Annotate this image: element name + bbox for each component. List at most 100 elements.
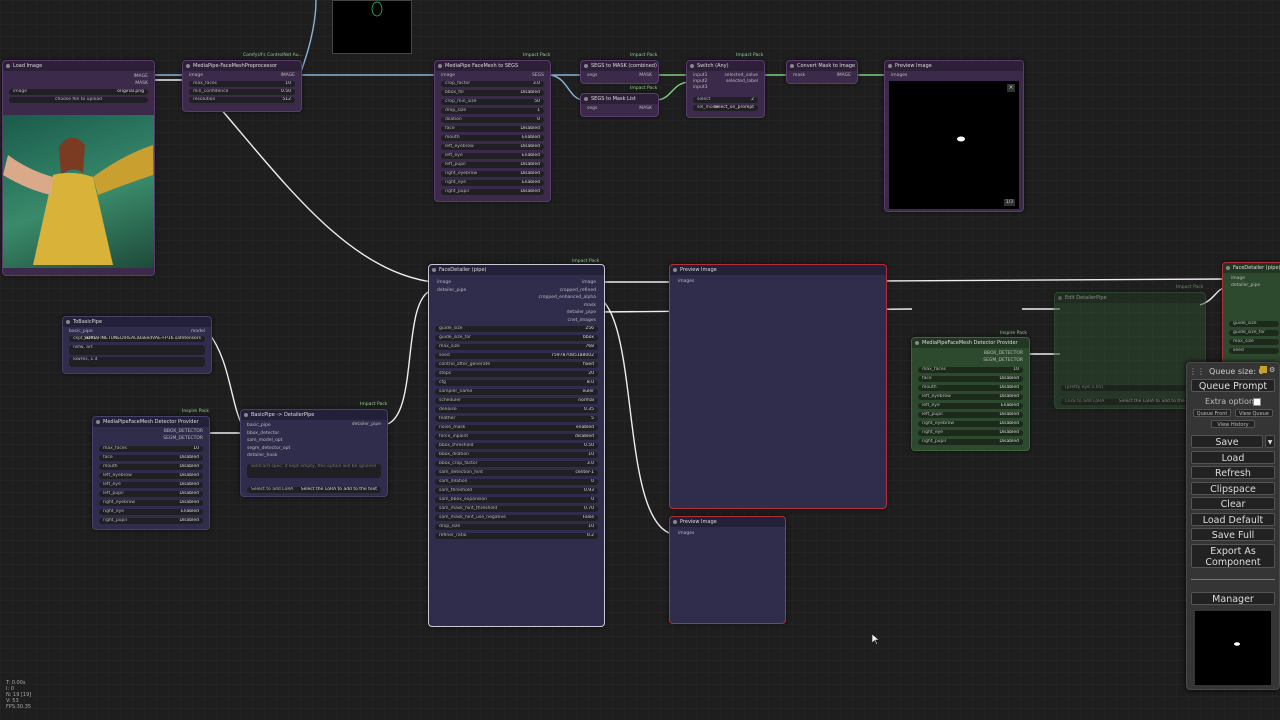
node-switch-any[interactable]: Switch (Any) input1 input2 input3 select… (686, 60, 765, 118)
input-image[interactable]: image (189, 73, 203, 79)
widget-dilation[interactable]: dilation 0 (441, 117, 544, 123)
settings-icon[interactable] (1260, 366, 1267, 373)
widget-sam-dilation[interactable]: sam_dilation 0 (435, 479, 598, 485)
widget-right-pupil[interactable]: right_pupil Disabled (918, 439, 1023, 445)
output-bbox-detector[interactable]: BBOX_DETECTOR (984, 351, 1023, 357)
input-sam-model-opt[interactable]: sam_model_opt (247, 438, 282, 444)
output-cropped-refined[interactable]: cropped_refined (560, 288, 596, 294)
node-segs-to-mask-list[interactable]: SEGS to Mask List segs MASK (580, 93, 659, 117)
output-image[interactable]: IMAGE (836, 73, 851, 79)
widget-resolution[interactable]: resolution 512 (189, 97, 295, 103)
export-component-button[interactable]: Export As Component (1191, 544, 1275, 568)
widget-sam-mask-hint-use-negative[interactable]: sam_mask_hint_use_negative False (435, 515, 598, 521)
widget-sel-mode[interactable]: sel_mode select_on_prompt (693, 105, 758, 111)
widget-steps[interactable]: steps 20 (435, 371, 598, 377)
widget-sam-mask-hint-threshold[interactable]: sam_mask_hint_threshold 0.70 (435, 506, 598, 512)
queue-prompt-button[interactable]: Queue Prompt (1191, 379, 1275, 392)
widget-sam-threshold[interactable]: sam_threshold 0.93 (435, 488, 598, 494)
load-default-button[interactable]: Load Default (1191, 513, 1275, 526)
widget-select[interactable]: select 2 (693, 97, 758, 103)
positive-prompt[interactable]: nsfw, art (69, 345, 205, 355)
node-detector-provider-left[interactable]: MediaPipeFaceMesh Detector Provider BBOX… (92, 416, 210, 530)
node-load-image[interactable]: Load Image IMAGE MASK image original.png … (2, 60, 155, 276)
widget-left-eyebrow[interactable]: left_eyebrow Disabled (99, 473, 203, 479)
widget-left-eyebrow[interactable]: left_eyebrow Disabled (441, 144, 544, 150)
widget-scheduler[interactable]: scheduler normal (435, 398, 598, 404)
widget-sampler-name[interactable]: sampler_name euler (435, 389, 598, 395)
refresh-button[interactable]: Refresh (1191, 466, 1275, 479)
node-basicpipe-to-detailerpipe[interactable]: BasicPipe -> DetailerPipe basic_pipe bbox… (240, 409, 388, 497)
input-detailer-pipe[interactable]: detailer_pipe (437, 288, 466, 294)
widget-bbox-threshold[interactable]: bbox_threshold 0.50 (435, 443, 598, 449)
widget-right-eyebrow[interactable]: right_eyebrow Disabled (918, 421, 1023, 427)
node-preview-image-mid[interactable]: Preview Image images (669, 264, 887, 509)
ckpt-select[interactable]: ckpt_name SDXL\FINETUNED\REAL\BakedVAE-FP… (69, 336, 205, 342)
widget-seed[interactable]: seed 759787085188002 (435, 353, 598, 359)
widget-sam-bbox-expansion[interactable]: sam_bbox_expansion 0 (435, 497, 598, 503)
node-to-basic-pipe[interactable]: ToBasicPipe basic_pipe model ckpt_name SD… (62, 316, 212, 374)
widget-right-eyebrow[interactable]: right_eyebrow Disabled (441, 171, 544, 177)
widget-control-after-generate[interactable]: control_after_generate fixed (435, 362, 598, 368)
widget-mouth[interactable]: mouth Disabled (918, 385, 1023, 391)
widget-right-pupil[interactable]: right_pupil Disabled (99, 518, 203, 524)
widget-min-confidence[interactable]: min_confidence 0.50 (189, 89, 295, 95)
node-facedetailer-pipe[interactable]: FaceDetailer (pipe) image detailer_pipe … (428, 264, 605, 627)
output-image[interactable]: image (582, 280, 596, 286)
widget-left-pupil[interactable]: left_pupil Disabled (918, 412, 1023, 418)
widget-max-faces[interactable]: max_faces 10 (918, 367, 1023, 373)
node-facemesh-to-segs[interactable]: MediaPipe FaceMesh to SEGS image SEGS cr… (434, 60, 551, 202)
upload-button[interactable]: choose file to upload (9, 97, 148, 103)
widget-right-pupil[interactable]: right_pupil Disabled (441, 189, 544, 195)
input-basic-pipe[interactable]: basic_pipe (247, 423, 271, 429)
widget-mouth[interactable]: mouth Enabled (441, 135, 544, 141)
extra-options-checkbox[interactable] (1253, 398, 1261, 406)
clear-button[interactable]: Clear (1191, 497, 1275, 510)
view-queue-button[interactable]: View Queue (1235, 409, 1273, 417)
node-convert-mask-to-image[interactable]: Convert Mask to Image mask IMAGE (786, 60, 858, 84)
graph-canvas[interactable]: Load Image IMAGE MASK image original.png … (0, 0, 1280, 720)
input-bbox-detector[interactable]: bbox_detector (247, 431, 279, 437)
input-images[interactable]: images (678, 279, 694, 285)
wildcard-textarea[interactable]: wildcard spec: if kept empty, this optio… (247, 464, 381, 478)
output-selected-label[interactable]: selected_label (726, 79, 758, 85)
output-cnet-images[interactable]: cnet_images (568, 318, 596, 324)
input-detailer-pipe[interactable]: detailer_pipe (1231, 283, 1260, 289)
widget-cfg[interactable]: cfg 8.0 (435, 380, 598, 386)
output-slot[interactable]: model (191, 329, 205, 335)
input-mask[interactable]: mask (793, 73, 805, 79)
widget-max-faces[interactable]: max_faces 10 (99, 446, 203, 452)
widget-guide-size[interactable]: guide_size 256 (435, 326, 598, 332)
widget-guide-size-for[interactable]: guide_size_for bbox (435, 335, 598, 341)
input-segs[interactable]: segs (587, 73, 597, 79)
widget-seed[interactable]: seed (1229, 348, 1279, 354)
prompt-textarea[interactable]: (pretty eye:1.05) (1061, 385, 1199, 391)
output-mask[interactable]: MASK (639, 73, 652, 79)
widget-mouth[interactable]: mouth Disabled (99, 464, 203, 470)
negative-prompt[interactable]: lowres, 1.4 (69, 357, 205, 367)
input-detailer-hook[interactable]: detailer_hook (247, 453, 277, 459)
widget-face[interactable]: face Disabled (441, 126, 544, 132)
widget-refiner-ratio[interactable]: refiner_ratio 0.2 (435, 533, 598, 539)
widget-noise-mask[interactable]: noise_mask enabled (435, 425, 598, 431)
load-button[interactable]: Load (1191, 451, 1275, 464)
widget-face[interactable]: face Disabled (99, 455, 203, 461)
widget-drop-size[interactable]: drop_size 10 (435, 524, 598, 530)
manager-button[interactable]: Manager (1191, 592, 1275, 605)
output-mask[interactable]: mask (584, 303, 596, 309)
output-image[interactable]: IMAGE (133, 74, 148, 80)
drag-handle-icon[interactable]: ⋮⋮ (1189, 367, 1205, 376)
output-segm-detector[interactable]: SEGM_DETECTOR (983, 358, 1023, 364)
input-images[interactable]: images (891, 73, 907, 79)
widget-guide-size-for[interactable]: guide_size_for (1229, 330, 1279, 336)
node-detector-provider-right[interactable]: MediaPipeFaceMesh Detector Provider BBOX… (911, 337, 1030, 451)
input-image[interactable]: image (441, 73, 455, 79)
node-preview-image-small[interactable]: Preview Image images (669, 516, 786, 624)
output-mask[interactable]: MASK (135, 81, 148, 87)
output-detailer-pipe[interactable]: detailer_pipe (352, 422, 381, 428)
widget-face[interactable]: face Disabled (918, 376, 1023, 382)
save-button[interactable]: Save (1191, 435, 1263, 448)
queue-front-button[interactable]: Queue Front (1193, 409, 1231, 417)
widget-right-eye[interactable]: right_eye Enabled (99, 509, 203, 515)
node-segs-to-mask[interactable]: SEGS to MASK (combined) segs MASK (580, 60, 659, 84)
widget-bbox-crop-factor[interactable]: bbox_crop_factor 3.0 (435, 461, 598, 467)
